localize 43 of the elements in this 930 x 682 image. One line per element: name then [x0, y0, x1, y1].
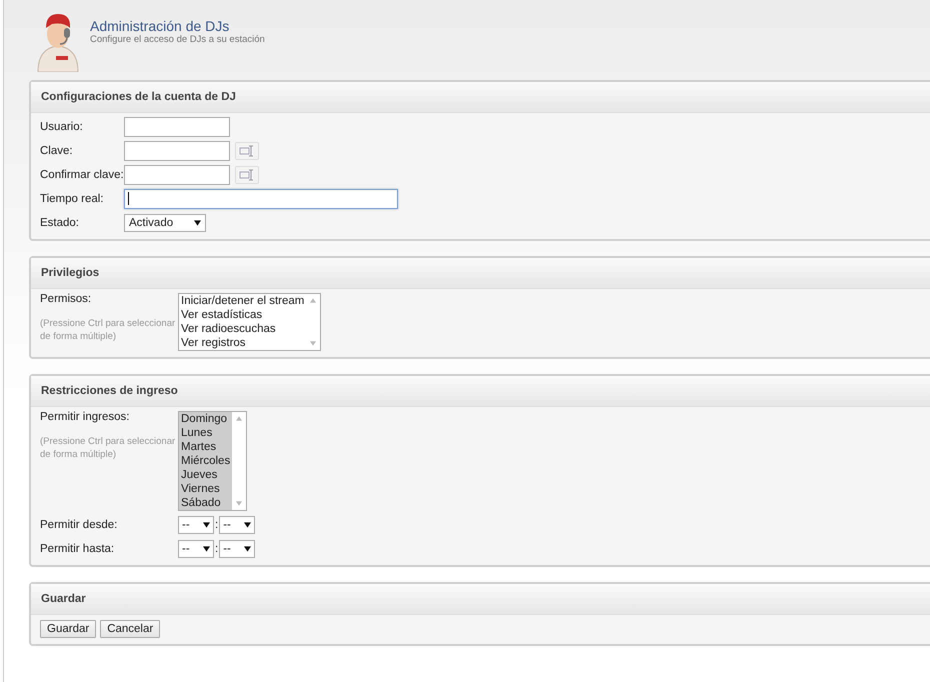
show-password-icon[interactable]: [235, 142, 259, 160]
scroll-down-icon: [310, 341, 316, 346]
input-field[interactable]: [124, 141, 230, 161]
input-field[interactable]: [124, 117, 230, 137]
minute-dropdown[interactable]: --: [219, 540, 256, 558]
time-separator: :: [215, 519, 218, 531]
field-label: Clave:: [40, 145, 74, 157]
field-label: Confirmar clave:: [40, 169, 124, 181]
scroll-up-icon: [236, 416, 242, 421]
panel-heading: Guardar: [31, 584, 930, 615]
form-button[interactable]: Guardar: [40, 620, 96, 638]
scroll-down-icon: [236, 501, 242, 506]
scroll-up-icon: [310, 298, 316, 303]
field-label: Tiempo real:: [40, 193, 104, 205]
field-label: Usuario:: [40, 121, 84, 133]
field-label: Estado:: [40, 217, 80, 229]
caret-icon: [203, 522, 210, 528]
caret-icon: [244, 522, 252, 528]
hour-dropdown[interactable]: --: [178, 540, 214, 558]
caret-icon: [194, 220, 201, 226]
field-label: Permisos:: [40, 293, 92, 305]
page-subtitle: Configure el acceso de DJs a su estación: [90, 34, 265, 45]
list-box[interactable]: Iniciar/detener el stream Ver estadísticas Ver radioescuchas Ver registros: [178, 293, 322, 351]
show-password-icon[interactable]: [235, 166, 259, 184]
form-button[interactable]: Cancelar: [100, 620, 160, 638]
hour-dropdown[interactable]: --: [178, 516, 214, 534]
list-box[interactable]: Domingo Lunes Martes Miércoles Jueves Viernes Sábado: [178, 411, 248, 511]
page-title: Administración de DJs: [90, 19, 230, 34]
field-label: Permitir desde:: [40, 519, 118, 531]
input-field[interactable]: [124, 165, 230, 185]
status-dropdown[interactable]: Activado: [124, 214, 206, 232]
hint-text: (Pressione Ctrl para seleccionar de forma múltiple): [40, 317, 176, 343]
panel-heading: Configuraciones de la cuenta de DJ: [31, 82, 930, 113]
field-label: Permitir ingresos:: [40, 411, 130, 423]
caret-icon: [244, 546, 252, 552]
hint-text: (Pressione Ctrl para seleccionar de forma múltiple): [40, 435, 176, 461]
time-separator: :: [215, 543, 218, 555]
field-label: Permitir hasta:: [40, 543, 116, 555]
caret-icon: [203, 546, 210, 552]
panel-heading: Restricciones de ingreso: [31, 376, 930, 407]
input-field[interactable]: [124, 189, 398, 209]
minute-dropdown[interactable]: --: [219, 516, 256, 534]
panel-heading: Privilegios: [31, 258, 930, 289]
